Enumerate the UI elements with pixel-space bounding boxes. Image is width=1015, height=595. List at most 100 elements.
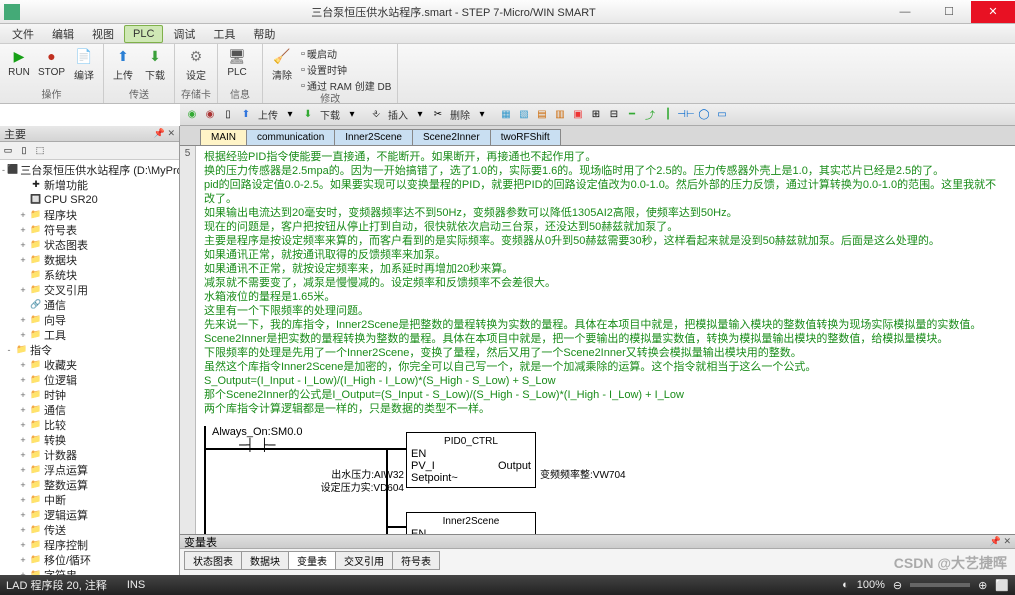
ribbon-设定[interactable]: ⚙设定 [183,46,209,82]
bottom-tab-状态图表[interactable]: 状态图表 [184,551,242,570]
ribbon-mini[interactable]: ▫设置时钟 [301,62,391,77]
tree-node[interactable]: +📁工具 [0,327,179,342]
ribbon-编译[interactable]: 📄编译 [71,46,97,82]
tool-icon[interactable]: ⊞ [588,107,604,123]
tree-node[interactable]: +📁传送 [0,522,179,537]
tab-communication[interactable]: communication [246,129,335,145]
tool-icon[interactable]: ▦ [498,107,514,123]
panel-close-icon[interactable]: 📌 ✕ [990,536,1011,547]
tree-node[interactable]: +📁数据块 [0,252,179,267]
tree-node[interactable]: 🔗通信 [0,297,179,312]
ribbon-清除[interactable]: 🧹清除 [269,46,295,82]
tool-icon[interactable]: ▭ [714,107,730,123]
zoom-in-icon[interactable]: ⊕ [978,579,987,592]
tree-node[interactable]: +📁浮点运算 [0,462,179,477]
tree-node[interactable]: +📁向导 [0,312,179,327]
tool-icon[interactable]: ┃ [660,107,676,123]
project-tree[interactable]: -⬛三台泵恒压供水站程序 (D:\MyProject... ✚新增功能🔲CPU … [0,160,179,582]
ribbon-PLC[interactable]: 🖥PLC [224,46,250,78]
tree-node[interactable]: +📁转换 [0,432,179,447]
download-icon[interactable]: ⬇ [300,107,316,123]
tool-icon[interactable]: ━ [624,107,640,123]
ribbon-上传[interactable]: ⬆上传 [110,46,136,82]
menu-文件[interactable]: 文件 [4,24,42,44]
zoom-slider[interactable] [910,583,970,587]
comment-line: 如果通讯不正常，就按设定频率来，加系延时再增加20秒来算。 [204,262,1007,276]
tree-node[interactable]: ✚新增功能 [0,177,179,192]
close-button[interactable]: ✕ [971,1,1015,23]
maximize-button[interactable]: ☐ [927,1,971,23]
status-icon[interactable]: ⬜ [995,579,1009,592]
ribbon-mini[interactable]: ▫暖启动 [301,46,391,61]
menu-视图[interactable]: 视图 [84,24,122,44]
tree-node[interactable]: +📁比较 [0,417,179,432]
comment-line: 如果通讯正常，就按通讯取得的反馈频率来加泵。 [204,248,1007,262]
menubar: 文件编辑视图PLC调试工具帮助 [0,24,1015,44]
tree-node[interactable]: +📁逻辑运算 [0,507,179,522]
menu-编辑[interactable]: 编辑 [44,24,82,44]
minimize-button[interactable]: — [883,1,927,23]
tree-node[interactable]: +📁程序块 [0,207,179,222]
tree-node[interactable]: +📁计数器 [0,447,179,462]
tab-twoRFShift[interactable]: twoRFShift [490,129,561,145]
bottom-tab-数据块[interactable]: 数据块 [241,551,289,570]
tree-node[interactable]: +📁时钟 [0,387,179,402]
menu-PLC[interactable]: PLC [124,25,163,43]
editor-area: MAINcommunicationInner2SceneScene2Innert… [180,126,1015,582]
tree-node[interactable]: +📁整数运算 [0,477,179,492]
bottom-tab-变量表[interactable]: 变量表 [288,551,336,570]
insert-icon[interactable]: ⎀ [368,107,384,123]
ribbon-RUN[interactable]: ▶RUN [6,46,32,78]
tab-MAIN[interactable]: MAIN [200,129,247,145]
upload-icon[interactable]: ⬆ [238,107,254,123]
tree-node[interactable]: +📁符号表 [0,222,179,237]
tab-Scene2Inner[interactable]: Scene2Inner [412,129,491,145]
ribbon-下载[interactable]: ⬇下载 [142,46,168,82]
menu-调试[interactable]: 调试 [165,24,203,44]
zoom-out-icon[interactable]: ⊖ [893,579,902,592]
tree-node[interactable]: +📁通信 [0,402,179,417]
tool-icon[interactable]: ⤴ [642,107,658,123]
ribbon-mini[interactable]: ▫通过 RAM 创建 DB [301,78,391,93]
tool-icon[interactable]: ▭ [1,143,15,157]
function-block-pid[interactable]: PID0_CTRL EN PV_IOutput Setpoint~ [406,432,536,488]
tool-icon[interactable]: ▯ [220,107,236,123]
tree-node[interactable]: +📁交叉引用 [0,282,179,297]
ribbon-STOP[interactable]: ●STOP [38,46,65,78]
tool-icon[interactable]: ⊟ [606,107,622,123]
ladder-diagram: Always_On:SM0.0 ─┤ ├─ PID0_CTRL EN PV_IO… [204,426,1007,534]
function-block-inner2scene[interactable]: Inner2Scene EN I_InputS_Output I_High I_… [406,512,536,534]
tree-node[interactable]: +📁程序控制 [0,537,179,552]
tree-node[interactable]: +📁状态图表 [0,237,179,252]
rung-gutter: 5 [180,146,196,534]
comment-line: 虽然这个库指令Inner2Scene是加密的，你完全可以自己写一个，就是一个加减… [204,360,1007,374]
tree-node[interactable]: +📁位逻辑 [0,372,179,387]
tool-icon[interactable]: ▣ [570,107,586,123]
delete-icon[interactable]: ✂ [430,107,446,123]
bottom-tab-交叉引用[interactable]: 交叉引用 [335,551,393,570]
menu-帮助[interactable]: 帮助 [245,24,283,44]
bottom-tab-符号表[interactable]: 符号表 [392,551,440,570]
tree-node[interactable]: 🔲CPU SR20 [0,192,179,207]
tool-icon[interactable]: ◯ [696,107,712,123]
comment-line: 那个Scene2Inner的公式是I_Output=(S_Input - S_L… [204,388,1007,402]
comment-line: 换的压力传感器是2.5mpa的。因为一开始搞错了，选了1.0的，实际要1.6的。… [204,164,1007,178]
tree-node[interactable]: 📁系统块 [0,267,179,282]
menu-工具[interactable]: 工具 [205,24,243,44]
panel-pin-icon[interactable]: 📌 ✕ [154,128,175,139]
ladder-editor[interactable]: 5 根据经验PID指令使能要一直接通，不能断开。如果断开，再接通也不起作用了。换… [180,146,1015,534]
tool-icon[interactable]: ◉ [184,107,200,123]
tool-icon[interactable]: ▧ [516,107,532,123]
tool-icon[interactable]: ◉ [202,107,218,123]
tool-icon[interactable]: ▥ [552,107,568,123]
tree-node[interactable]: +📁中断 [0,492,179,507]
tree-node[interactable]: +📁移位/循环 [0,552,179,567]
contact-label: Always_On:SM0.0 [212,426,302,438]
tool-icon[interactable]: ⬚ [33,143,47,157]
tree-node[interactable]: -📁指令 [0,342,179,357]
tool-icon[interactable]: ▯ [17,143,31,157]
tree-node[interactable]: +📁收藏夹 [0,357,179,372]
tool-icon[interactable]: ⊣⊢ [678,107,694,123]
tab-Inner2Scene[interactable]: Inner2Scene [334,129,413,145]
tool-icon[interactable]: ▤ [534,107,550,123]
